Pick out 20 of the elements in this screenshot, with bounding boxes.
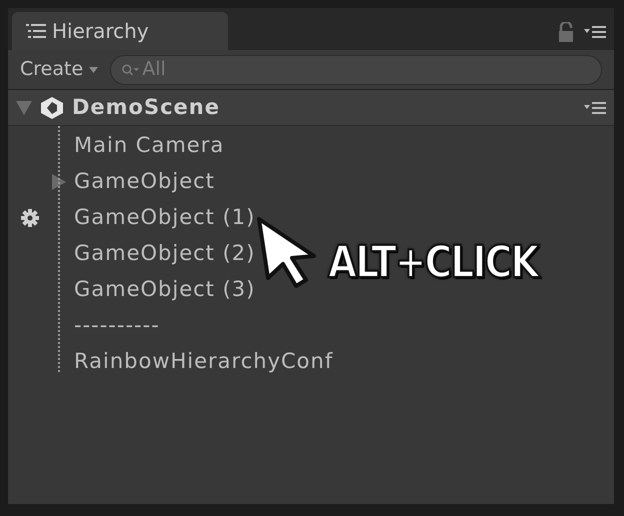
- hierarchy-tab[interactable]: Hierarchy: [12, 12, 228, 50]
- lock-icon[interactable]: [558, 22, 574, 42]
- hierarchy-item[interactable]: GameObject: [74, 166, 215, 198]
- expand-arrow-icon[interactable]: [52, 174, 66, 190]
- menu-icon[interactable]: [584, 100, 606, 114]
- hierarchy-item[interactable]: GameObject (2): [74, 238, 256, 270]
- unity-logo-icon: [40, 96, 64, 120]
- hint-label: ALT+CLICK: [328, 236, 538, 290]
- hierarchy-item[interactable]: GameObject (1): [74, 202, 256, 234]
- hierarchy-item[interactable]: GameObject (3): [74, 274, 256, 306]
- list-icon: [26, 23, 46, 39]
- caret-icon: [89, 66, 98, 72]
- gear-icon[interactable]: [21, 209, 39, 227]
- create-button[interactable]: Create: [20, 55, 98, 84]
- search-icon: [121, 62, 140, 76]
- cursor-icon: [256, 216, 318, 290]
- hierarchy-item[interactable]: RainbowHierarchyConf: [74, 346, 334, 378]
- hierarchy-item[interactable]: Main Camera: [74, 130, 224, 162]
- hierarchy-item[interactable]: ----------: [74, 310, 160, 342]
- menu-icon[interactable]: [584, 25, 606, 39]
